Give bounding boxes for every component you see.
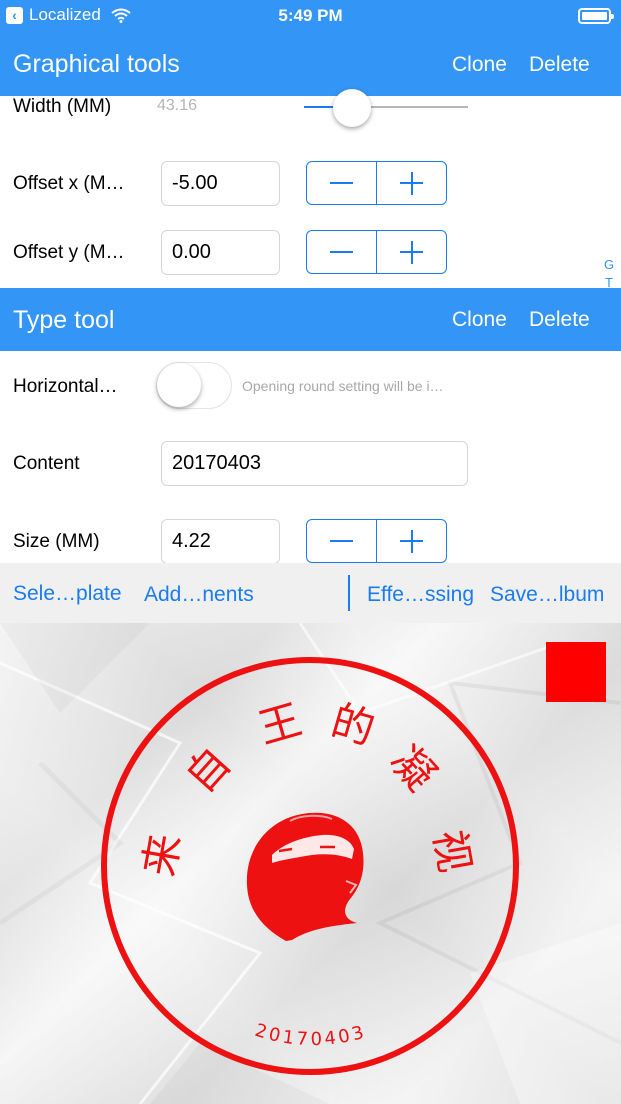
stamp-char-3: 王 [253, 695, 307, 754]
size-decrement-button[interactable] [307, 520, 376, 562]
stamp-canvas[interactable]: 来 自 王 的 凝 视 20170403 [0, 623, 621, 1104]
stamp-char-6: 视 [424, 826, 480, 876]
horizontal-label: Horizontal… [13, 376, 118, 397]
stamp-char-2: 自 [176, 738, 241, 802]
offset-y-decrement-button[interactable] [307, 231, 376, 273]
offset-y-increment-button[interactable] [376, 231, 446, 273]
offset-x-increment-button[interactable] [376, 162, 446, 204]
type-tool-clone-button[interactable]: Clone [452, 308, 507, 332]
width-slider[interactable] [304, 89, 468, 127]
status-time: 5:49 PM [278, 6, 343, 25]
offset-x-decrement-button[interactable] [307, 162, 376, 204]
offset-x-stepper[interactable] [306, 161, 447, 205]
size-increment-button[interactable] [376, 520, 446, 562]
stamp-date: 20170403 [252, 1020, 369, 1050]
offset-x-label: Offset x (M… [13, 173, 125, 194]
offset-y-label: Offset y (M… [13, 242, 125, 263]
size-input[interactable]: 4.22 [161, 519, 280, 564]
index-letter-g[interactable]: G [604, 257, 614, 272]
stamp-portrait-icon [246, 812, 364, 941]
offset-y-input[interactable]: 0.00 [161, 230, 280, 275]
width-value: 43.16 [157, 97, 198, 114]
graphical-tools-delete-button[interactable]: Delete [529, 53, 590, 77]
content-label: Content [13, 453, 80, 474]
toggle-knob [157, 363, 201, 407]
stamp-char-4: 的 [326, 696, 380, 755]
bottom-toolbar: Sele…plate Add…nents Effe…ssing Save…lbu… [0, 563, 621, 623]
stamp-char-1: 来 [134, 830, 190, 880]
content-input[interactable]: 20170403 [161, 441, 468, 486]
size-stepper[interactable] [306, 519, 447, 563]
stamp-char-5: 凝 [381, 736, 446, 800]
graphical-tools-header: Graphical tools Clone Delete [0, 32, 621, 96]
status-bar: ‹ Localized 5:49 PM [0, 0, 621, 32]
graphical-tools-clone-button[interactable]: Clone [452, 53, 507, 77]
minus-icon [330, 182, 353, 184]
select-template-button[interactable]: Sele…plate [13, 582, 122, 606]
slider-fill [304, 106, 337, 108]
slider-thumb[interactable] [332, 89, 371, 127]
effects-processing-button[interactable]: Effe…ssing [367, 583, 474, 607]
type-tool-title: Type tool [13, 306, 115, 334]
type-tool-delete-button[interactable]: Delete [529, 308, 590, 332]
plus-icon [400, 240, 423, 264]
add-components-button[interactable]: Add…nents [144, 583, 254, 607]
horizontal-hint: Opening round setting will be i… [242, 378, 444, 394]
plus-icon [400, 171, 423, 195]
offset-y-stepper[interactable] [306, 230, 447, 274]
offset-x-input[interactable]: -5.00 [161, 161, 280, 206]
minus-icon [330, 251, 353, 253]
graphical-tools-title: Graphical tools [13, 50, 180, 78]
size-label: Size (MM) [13, 531, 100, 552]
width-label: Width (MM) [13, 96, 112, 117]
toolbar-divider [348, 575, 350, 611]
battery-icon [578, 8, 614, 24]
save-to-album-button[interactable]: Save…lbum [490, 583, 604, 607]
horizontal-toggle[interactable] [156, 362, 232, 409]
minus-icon [330, 540, 353, 542]
type-tool-header: Type tool Clone Delete [0, 288, 621, 351]
stamp-date-text: 20170403 [252, 1020, 366, 1050]
stamp[interactable]: 来 自 王 的 凝 视 20170403 [0, 623, 621, 1104]
plus-icon [400, 529, 423, 553]
